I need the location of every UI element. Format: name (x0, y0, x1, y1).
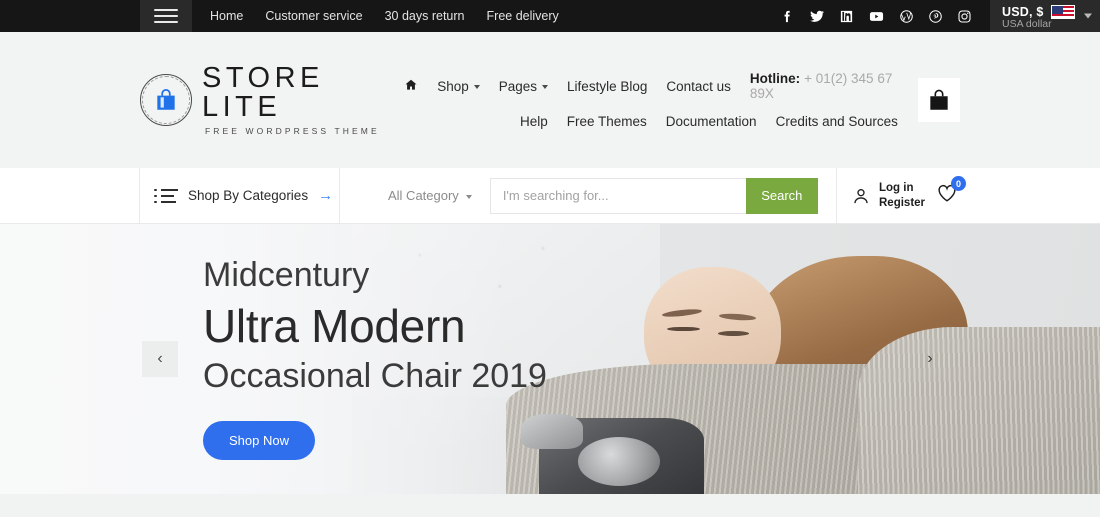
shopping-bag-icon (930, 89, 948, 110)
cart-button[interactable] (917, 78, 960, 122)
header-navigation: Shop Pages Lifestyle Blog Contact us Hot… (404, 71, 960, 129)
social-links (780, 0, 990, 32)
nav-item-pages[interactable]: Pages (498, 78, 549, 94)
topbar-link-customer-service[interactable]: Customer service (265, 9, 362, 23)
facebook-icon[interactable] (780, 9, 795, 24)
logo-subtitle: FREE WORDPRESS THEME (205, 126, 380, 137)
carousel-next-button[interactable]: › (912, 341, 948, 377)
hotline-label: Hotline: (749, 71, 801, 86)
category-select-value: All Category (388, 188, 459, 203)
wordpress-icon[interactable] (899, 9, 914, 24)
search-input[interactable] (489, 177, 746, 214)
us-flag-icon (1050, 4, 1075, 19)
arrow-right-icon: → (318, 187, 334, 204)
topbar-link-home[interactable]: Home (210, 9, 243, 23)
site-header: STORE LITE FREE WORDPRESS THEME Shop Pag… (0, 32, 1100, 168)
top-bar-nav: Home Customer service 30 days return Fre… (210, 0, 559, 32)
top-bar-right: USD, $ USA dollar (780, 0, 1100, 32)
currency-name: USA dollar (1002, 17, 1052, 30)
chevron-down-icon (465, 194, 472, 199)
register-link[interactable]: Register (879, 196, 925, 210)
youtube-icon[interactable] (868, 9, 885, 24)
linkedin-icon[interactable] (839, 9, 854, 24)
nav-item-help[interactable]: Help (520, 114, 548, 129)
carousel-prev-button[interactable]: ‹ (142, 341, 178, 377)
hero-carousel: Midcentury Ultra Modern Occasional Chair… (0, 224, 1100, 494)
hero-line-2: Ultra Modern (203, 299, 466, 352)
nav-item-credits-and-sources[interactable]: Credits and Sources (776, 114, 898, 129)
nav-rows: Shop Pages Lifestyle Blog Contact us Hot… (404, 71, 898, 129)
category-select[interactable]: All Category (388, 188, 490, 203)
search-area: All Category Search (340, 168, 836, 223)
search-field: Search (489, 177, 818, 214)
twitter-icon[interactable] (809, 9, 825, 24)
search-row-left-spacer (0, 168, 140, 223)
chevron-left-icon: ‹ (157, 350, 163, 367)
shop-now-button[interactable]: Shop Now (203, 420, 315, 460)
hero-content: Midcentury Ultra Modern Occasional Chair… (203, 254, 547, 460)
hamburger-menu-button[interactable] (140, 0, 192, 32)
hero-line-1: Midcentury (203, 256, 370, 294)
nav-item-contact-us[interactable]: Contact us (666, 79, 731, 94)
nav-item-pages-label: Pages (498, 78, 538, 94)
search-bar-row: Shop By Categories → All Category Search… (0, 168, 1100, 224)
wishlist-count-badge: 0 (951, 176, 967, 191)
login-link[interactable]: Log in (879, 181, 925, 195)
account-links[interactable]: Log in Register (879, 181, 925, 210)
instagram-icon[interactable] (957, 9, 972, 24)
nav-item-shop-label: Shop (437, 78, 469, 94)
nav-item-home[interactable] (404, 78, 418, 95)
account-area: Log in Register 0 (836, 168, 967, 223)
home-icon (405, 79, 417, 90)
nav-item-lifestyle-blog[interactable]: Lifestyle Blog (567, 79, 647, 94)
logo-title: STORE LITE (202, 62, 324, 124)
pinterest-icon[interactable] (928, 9, 943, 24)
wishlist-button[interactable]: 0 (935, 176, 967, 209)
user-icon[interactable] (851, 186, 871, 206)
site-logo[interactable]: STORE LITE FREE WORDPRESS THEME (140, 64, 404, 136)
shop-by-categories-label: Shop By Categories (188, 188, 309, 203)
search-button[interactable]: Search (745, 177, 818, 214)
hamburger-icon (154, 5, 178, 27)
currency-code: USD, $ (1002, 4, 1044, 19)
shopping-bag-icon (140, 74, 192, 126)
chevron-down-icon (1084, 13, 1092, 19)
chevron-down-icon (473, 85, 480, 89)
page-bottom-strip (0, 494, 1100, 517)
nav-item-shop[interactable]: Shop (437, 79, 480, 94)
chevron-down-icon (542, 85, 549, 89)
top-bar: Home Customer service 30 days return Fre… (0, 0, 1100, 32)
list-icon (154, 188, 178, 204)
shop-by-categories-button[interactable]: Shop By Categories → (140, 168, 340, 223)
secondary-nav-row: Help Free Themes Documentation Credits a… (520, 114, 898, 129)
topbar-link-free-delivery[interactable]: Free delivery (487, 9, 559, 23)
currency-top-line: USD, $ (1002, 4, 1090, 19)
hero-line-3: Occasional Chair 2019 (203, 356, 547, 395)
nav-item-free-themes[interactable]: Free Themes (567, 114, 647, 129)
logo-text: STORE LITE FREE WORDPRESS THEME (202, 64, 404, 136)
nav-item-documentation[interactable]: Documentation (666, 114, 757, 129)
currency-selector[interactable]: USD, $ USA dollar (990, 0, 1100, 32)
primary-nav-row: Shop Pages Lifestyle Blog Contact us Hot… (404, 71, 898, 101)
chevron-right-icon: › (927, 350, 933, 367)
hotline: Hotline: + 01(2) 345 67 89X (750, 71, 898, 101)
topbar-link-30-days-return[interactable]: 30 days return (385, 9, 465, 23)
